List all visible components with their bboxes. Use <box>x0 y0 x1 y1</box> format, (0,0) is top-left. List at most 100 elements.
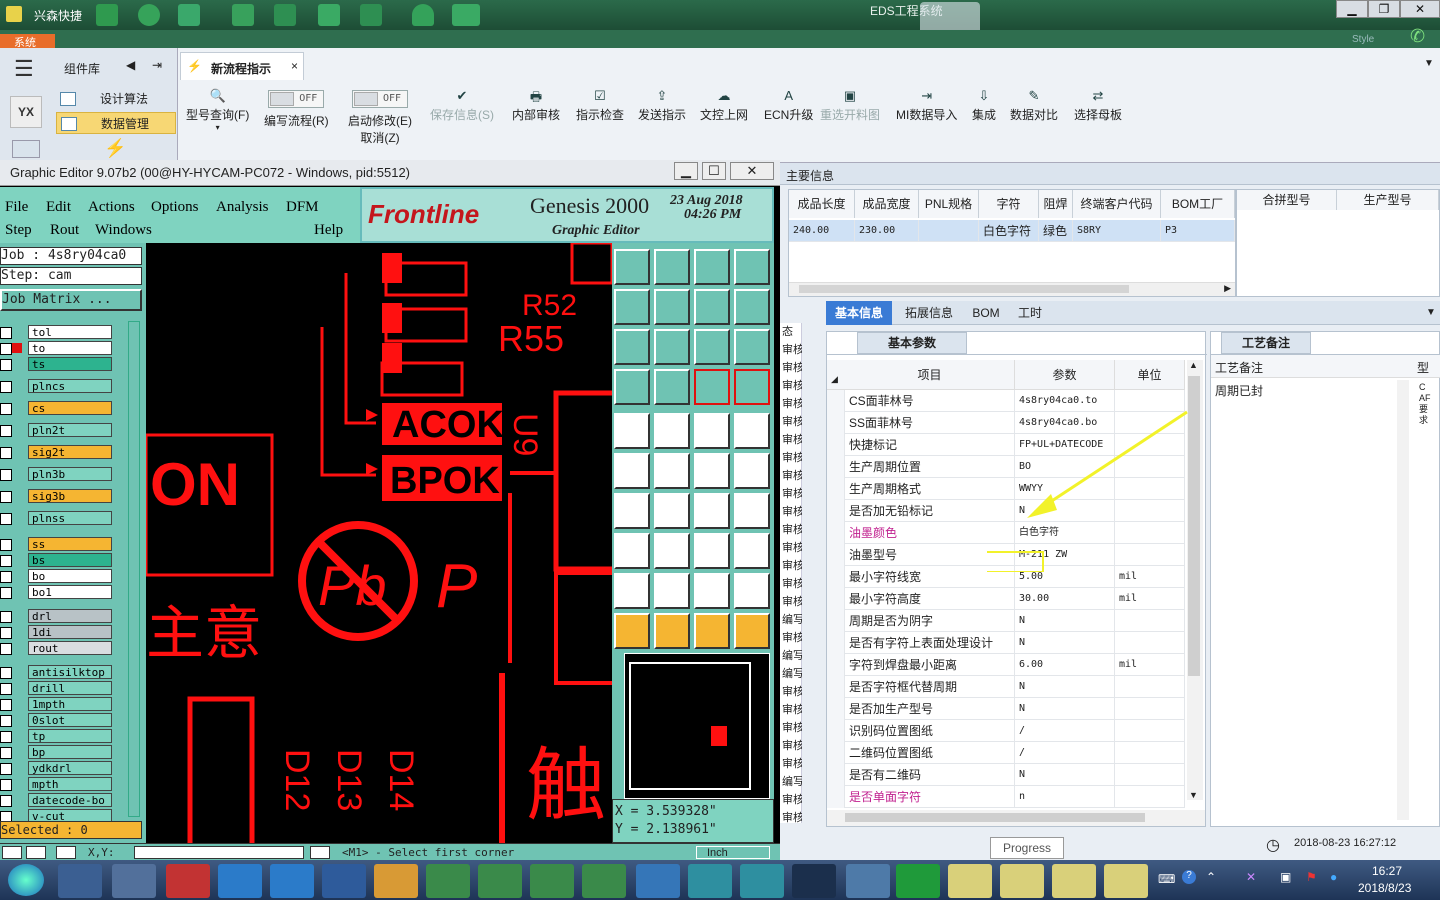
params-row[interactable]: 最小字符高度 30.00 mil <box>827 588 1185 610</box>
zoom-icon[interactable] <box>2 846 22 859</box>
menu-dfm[interactable]: DFM <box>286 199 319 216</box>
layer-row[interactable]: datecode-bo <box>0 793 114 807</box>
flow-status-cell[interactable]: 审核 <box>782 593 802 611</box>
cross-tool-icon[interactable] <box>654 453 690 489</box>
pointer2-tool-icon[interactable] <box>654 613 690 649</box>
param-value[interactable]: N <box>1015 764 1115 786</box>
list-icon[interactable] <box>360 4 382 26</box>
flow-status-cell[interactable]: 审核 <box>782 683 802 701</box>
house-tool-icon[interactable] <box>694 249 730 285</box>
target-tool-icon[interactable] <box>734 413 770 449</box>
pan-tool-icon[interactable] <box>614 369 650 405</box>
doc-tab-new-flow[interactable]: ⚡ 新流程指示 × <box>180 52 304 80</box>
layer-name[interactable]: pln2t <box>28 423 112 437</box>
layer-name[interactable]: tp <box>28 729 112 743</box>
search-icon[interactable] <box>96 4 118 26</box>
params-col-header[interactable]: 参数 <box>1015 360 1115 390</box>
col-header[interactable]: 字符 <box>979 190 1039 218</box>
flow-status-cell[interactable]: 审核 <box>782 701 802 719</box>
craft-scrollbar[interactable] <box>1397 380 1409 820</box>
layer-row[interactable]: cs <box>0 401 114 415</box>
taskbar-keyboard-app-icon[interactable] <box>112 864 156 898</box>
flow-status-cell[interactable]: 编写 <box>782 647 802 665</box>
param-value[interactable]: / <box>1015 742 1115 764</box>
flash-icon[interactable]: ⚡ <box>104 138 126 159</box>
taskbar-excel4-icon[interactable] <box>582 864 626 898</box>
pin-icon[interactable]: ⇥ <box>152 58 162 72</box>
col-header[interactable]: 成品宽度 <box>855 190 919 218</box>
scroll-up-icon[interactable]: ▲ <box>1189 360 1198 370</box>
params-col-header[interactable]: 项目 <box>845 360 1015 390</box>
param-value[interactable]: N <box>1015 610 1115 632</box>
job-matrix-button[interactable]: Job Matrix ... <box>0 289 142 311</box>
type-header-label[interactable]: 型 <box>1417 359 1429 376</box>
taskbar-genesis3-icon[interactable] <box>792 864 836 898</box>
layer-name[interactable]: sig3b <box>28 489 112 503</box>
flow-status-cell[interactable]: 审核 <box>782 413 802 431</box>
cut-icon[interactable] <box>232 4 254 26</box>
help-icon[interactable]: ? <box>1182 870 1196 884</box>
layer-row[interactable]: mpth <box>0 777 114 791</box>
taskbar-save-icon[interactable] <box>58 864 102 898</box>
ribbon-button-8[interactable]: A ECN升级 <box>764 88 813 123</box>
ribbon-button-2[interactable]: OFF 启动修改(E) 取消(Z) <box>348 90 412 146</box>
ge-minimize-button[interactable]: ▁ <box>674 162 698 180</box>
pointer4-tool-icon[interactable] <box>734 613 770 649</box>
scroll-down-icon[interactable]: ▼ <box>1189 790 1198 800</box>
pointer3-tool-icon[interactable] <box>694 613 730 649</box>
menu-windows[interactable]: Windows <box>95 222 152 239</box>
param-item[interactable]: 识别码位置图纸 <box>845 720 1015 742</box>
taskbar-shell-icon[interactable] <box>374 864 418 898</box>
layer-name[interactable]: bs <box>28 553 112 567</box>
triangle-tool-icon[interactable] <box>614 573 650 609</box>
layer-row[interactable]: 0slot <box>0 713 114 727</box>
move-tool-icon[interactable] <box>694 289 730 325</box>
arch2-tool-icon[interactable] <box>734 573 770 609</box>
layer-row[interactable]: sig3b <box>0 489 114 503</box>
clock-time[interactable]: 16:27 <box>1372 864 1402 878</box>
flow-status-cell[interactable]: 审核 <box>782 557 802 575</box>
layer-row[interactable]: pln3b <box>0 467 114 481</box>
main-info-cell[interactable] <box>919 220 979 242</box>
layer-name[interactable]: rout <box>28 641 112 655</box>
graphic-canvas[interactable]: ACOK BPOK R52 R55 ON Pb P 主意 触 D12 D13 D… <box>146 243 612 843</box>
layer-name[interactable]: ydkdrl <box>28 761 112 775</box>
ribbon-button-13[interactable]: ⇄ 选择母板 <box>1074 88 1122 123</box>
layer-row[interactable]: tol <box>0 325 114 339</box>
param-value[interactable]: N <box>1015 676 1115 698</box>
circle-tool-icon[interactable] <box>614 413 650 449</box>
layer-name[interactable]: sig2t <box>28 445 112 459</box>
taskbar-x-icon[interactable] <box>948 864 992 898</box>
flow-status-cell[interactable]: 审核 <box>782 791 802 809</box>
line-tool-icon[interactable] <box>694 453 730 489</box>
col-header[interactable]: 终端客户代码 <box>1073 190 1161 218</box>
param-value[interactable]: / <box>1015 720 1115 742</box>
params-row[interactable]: 是否有字符上表面处理设计 N <box>827 632 1185 654</box>
ribbon-button-1[interactable]: OFF 编写流程(R) <box>264 90 329 129</box>
main-info-cell[interactable]: 绿色 <box>1039 220 1073 242</box>
params-row[interactable]: 二维码位置图纸 / <box>827 742 1185 764</box>
left-tool-icon[interactable] <box>614 289 650 325</box>
flow-status-cell[interactable]: 审核 <box>782 467 802 485</box>
layer-name[interactable]: plncs <box>28 379 112 393</box>
toggle-switch[interactable]: OFF <box>268 90 325 108</box>
layer-row[interactable]: plncs <box>0 379 114 393</box>
layer-name[interactable]: datecode-bo <box>28 793 112 807</box>
line2-tool-icon[interactable] <box>734 453 770 489</box>
ge-close-button[interactable]: ✕ <box>730 162 774 180</box>
detail-tab-1[interactable]: 拓展信息 <box>898 301 960 325</box>
right-tool-icon[interactable] <box>654 289 690 325</box>
taskbar-g-app-icon[interactable] <box>166 864 210 898</box>
layer-row[interactable]: plnss <box>0 511 114 525</box>
network-icon[interactable]: ▣ <box>1280 870 1291 884</box>
layer-name[interactable]: tol <box>28 325 112 339</box>
flow-status-cell[interactable]: 审核 <box>782 575 802 593</box>
layer-name[interactable]: 1di <box>28 625 112 639</box>
main-info-cell[interactable]: S8RY <box>1073 220 1161 242</box>
taskbar-excel-icon[interactable] <box>426 864 470 898</box>
flow-status-cell[interactable]: 编写 <box>782 665 802 683</box>
flow-status-cell[interactable]: 审核 <box>782 359 802 377</box>
param-item[interactable]: 二维码位置图纸 <box>845 742 1015 764</box>
check-icon[interactable] <box>26 846 46 859</box>
restore-button[interactable]: ❐ <box>1368 0 1400 18</box>
